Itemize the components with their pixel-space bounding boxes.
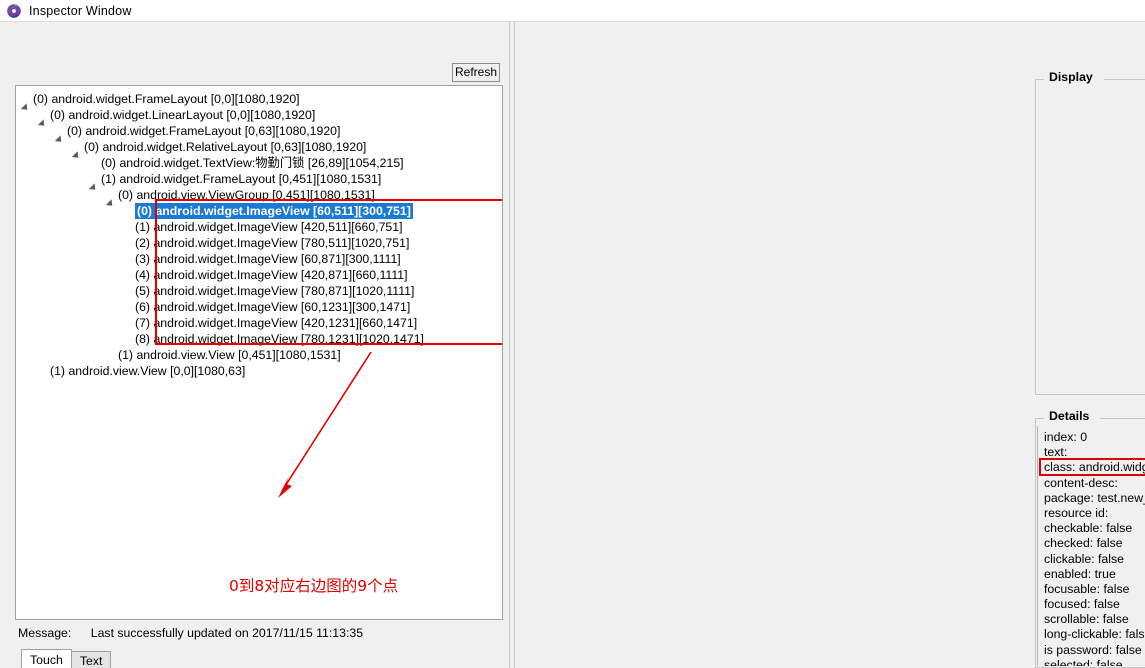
tree-node[interactable]: (0) android.widget.LinearLayout [0,0][10… [16, 107, 502, 123]
detail-property-row: class: android.widget.ImageView [1044, 460, 1145, 475]
tree-node[interactable]: (1) android.view.View [0,0][1080,63] [16, 363, 502, 379]
detail-property-row: resource id: [1044, 505, 1109, 520]
tree-node[interactable]: (6) android.widget.ImageView [60,1231][3… [16, 299, 502, 315]
message-label: Message: [18, 626, 72, 640]
detail-property-row: text: [1044, 445, 1068, 460]
tree-node[interactable]: (0) android.widget.FrameLayout [0,0][108… [16, 91, 502, 107]
tree-node[interactable]: (0) android.widget.FrameLayout [0,63][10… [16, 123, 502, 139]
detail-property-row: checked: false [1044, 536, 1123, 551]
tree-node[interactable]: (1) android.widget.FrameLayout [0,451][1… [16, 171, 502, 187]
tree-node-label: (1) android.widget.ImageView [420,511][6… [135, 220, 403, 234]
tab-text[interactable]: Text [70, 651, 112, 668]
tree-node[interactable]: (2) android.widget.ImageView [780,511][1… [16, 235, 502, 251]
detail-property-row: is password: false [1044, 642, 1142, 657]
detail-property-row: clickable: false [1044, 551, 1124, 566]
inspector-window: Inspector Window Refresh (0) android.wid… [0, 0, 1145, 668]
detail-property-row: content-desc: [1044, 475, 1118, 490]
tree-node-label: (0) android.view.ViewGroup [0,451][1080,… [118, 188, 375, 202]
tab-touch[interactable]: Touch [21, 649, 72, 668]
tree-node[interactable]: (7) android.widget.ImageView [420,1231][… [16, 315, 502, 331]
refresh-button[interactable]: Refresh [452, 63, 500, 82]
tree-node-label: (0) android.widget.ImageView [60,511][30… [135, 203, 413, 219]
tree-node[interactable]: (3) android.widget.ImageView [60,871][30… [16, 251, 502, 267]
detail-property-row: focusable: false [1044, 581, 1130, 596]
display-group: Display [1035, 70, 1145, 395]
detail-property-row: scrollable: false [1044, 612, 1129, 627]
tree-node-label: (1) android.view.View [0,0][1080,63] [50, 364, 246, 378]
hierarchy-tree-panel[interactable]: (0) android.widget.FrameLayout [0,0][108… [15, 85, 503, 620]
tree-node[interactable]: (1) android.widget.ImageView [420,511][6… [16, 219, 502, 235]
details-property-list: index: 0text:class: android.widget.Image… [1037, 426, 1145, 666]
right-pane: Display Details index: 0 text: class: an… [515, 22, 1145, 668]
tree-node-label: (2) android.widget.ImageView [780,511][1… [135, 236, 410, 250]
tree-node-label: (7) android.widget.ImageView [420,1231][… [135, 316, 418, 330]
window-title: Inspector Window [29, 3, 132, 18]
tree-node-label: (1) android.widget.FrameLayout [0,451][1… [101, 172, 382, 186]
message-value: Last successfully updated on 2017/11/15 … [90, 626, 364, 640]
tree-node-label: (5) android.widget.ImageView [780,871][1… [135, 284, 415, 298]
tree-node-label: (0) android.widget.RelativeLayout [0,63]… [84, 140, 367, 154]
window-body: Refresh (0) android.widget.FrameLayout [… [0, 22, 1145, 668]
detail-property-row: checkable: false [1044, 521, 1133, 536]
annotation-text: 0到8对应右边图的9个点 [229, 577, 399, 595]
detail-property-row: package: test.new_version [1044, 490, 1145, 505]
tree-node-label: (3) android.widget.ImageView [60,871][30… [135, 252, 401, 266]
tree-node[interactable]: (0) android.widget.ImageView [60,511][30… [16, 203, 502, 219]
bottom-tabstrip: Touch Text [21, 649, 112, 668]
detail-property-row: index: 0 [1044, 430, 1088, 444]
title-bar: Inspector Window [0, 0, 1145, 22]
status-message: Message: Last successfully updated on 20… [18, 626, 363, 640]
display-group-title: Display [1044, 70, 1098, 84]
tree-node-label: (0) android.widget.TextView:物勤门锁 [26,89]… [101, 156, 404, 170]
tree-node-label: (0) android.widget.LinearLayout [0,0][10… [50, 108, 316, 122]
tree-node[interactable]: (1) android.view.View [0,451][1080,1531] [16, 347, 502, 363]
tree-node-label: (1) android.view.View [0,451][1080,1531] [118, 348, 341, 362]
left-pane: Refresh (0) android.widget.FrameLayout [… [0, 22, 509, 668]
tree-node[interactable]: (0) android.widget.TextView:物勤门锁 [26,89]… [16, 155, 502, 171]
detail-property-row: focused: false [1044, 597, 1120, 612]
swirl-icon [7, 3, 21, 18]
tree-node-label: (6) android.widget.ImageView [60,1231][3… [135, 300, 411, 314]
tree-node-label: (0) android.widget.FrameLayout [0,0][108… [33, 92, 300, 106]
tree-node-label: (8) android.widget.ImageView [780,1231][… [135, 332, 424, 346]
tree-node[interactable]: (0) android.widget.RelativeLayout [0,63]… [16, 139, 502, 155]
tree-node-label: (0) android.widget.FrameLayout [0,63][10… [67, 124, 341, 138]
details-group-title: Details [1044, 409, 1095, 423]
tree-node[interactable]: (5) android.widget.ImageView [780,871][1… [16, 283, 502, 299]
tree-node[interactable]: (4) android.widget.ImageView [420,871][6… [16, 267, 502, 283]
tree-node-label: (4) android.widget.ImageView [420,871][6… [135, 268, 408, 282]
tree-node[interactable]: (8) android.widget.ImageView [780,1231][… [16, 331, 502, 347]
detail-property-row: long-clickable: false [1044, 627, 1145, 642]
hierarchy-tree: (0) android.widget.FrameLayout [0,0][108… [16, 86, 502, 379]
detail-property-row: enabled: true [1044, 566, 1116, 581]
detail-property-row: selected: false [1044, 657, 1123, 666]
